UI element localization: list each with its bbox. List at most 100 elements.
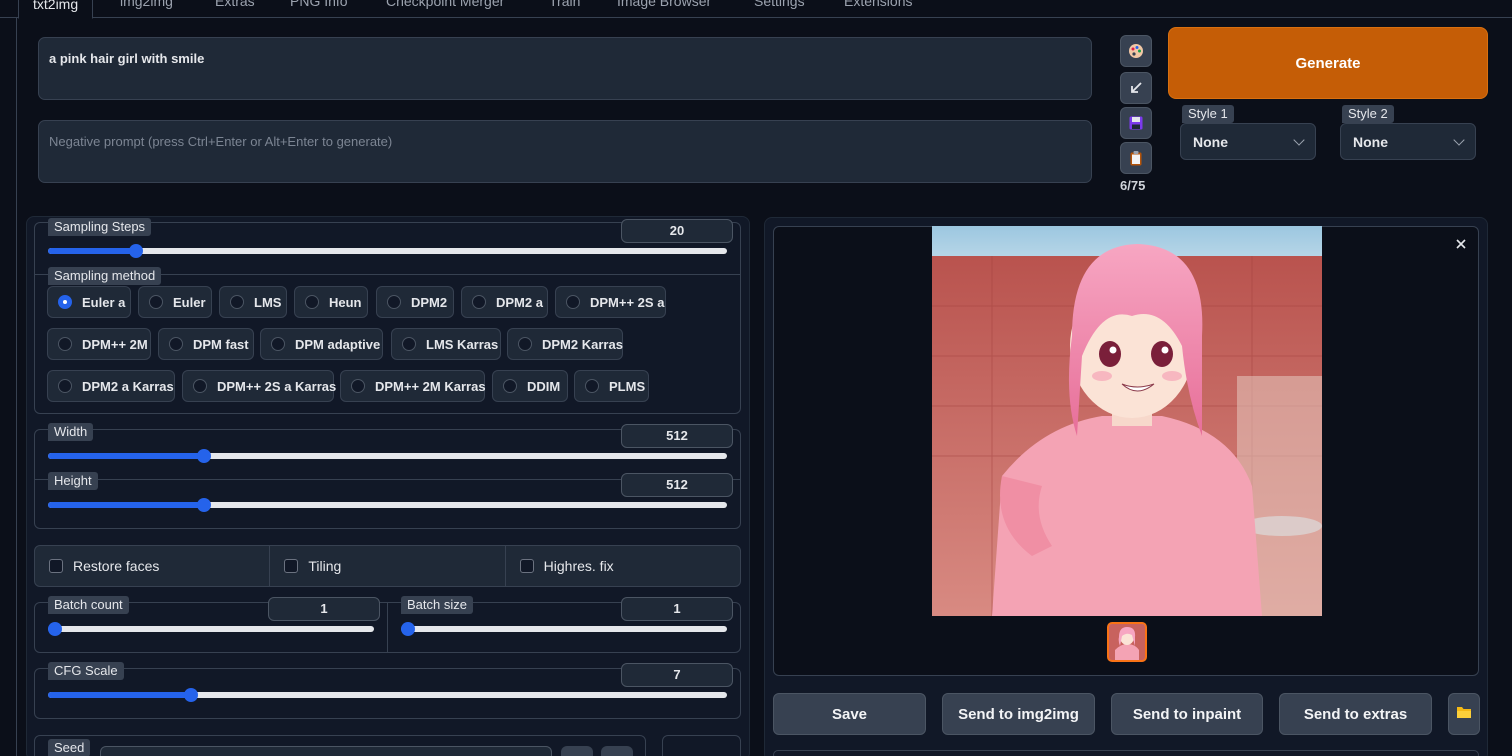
tab-extras[interactable]: Extras — [215, 0, 255, 16]
width-slider[interactable] — [48, 449, 727, 463]
extra-seed-block[interactable] — [662, 735, 741, 756]
tab-img2img[interactable]: img2img — [120, 0, 173, 16]
batch-size-input[interactable]: 1 — [621, 597, 733, 621]
sampling-steps-label: Sampling Steps — [48, 218, 152, 236]
tab-txt2img[interactable]: txt2img — [18, 0, 94, 19]
radio-icon — [58, 379, 72, 393]
radio-selected-icon — [58, 295, 72, 309]
radio-icon — [149, 295, 163, 309]
options-row: Restore faces Tiling Highres. fix — [34, 545, 741, 587]
seed-label: Seed — [48, 739, 91, 756]
width-label: Width — [48, 423, 94, 441]
tab-checkpoint-merger[interactable]: Checkpoint Merger — [386, 0, 504, 16]
tab-png-info[interactable]: PNG Info — [290, 0, 348, 16]
cfg-scale-label: CFG Scale — [48, 662, 124, 680]
sampler-lms-karras[interactable]: LMS Karras — [391, 328, 501, 360]
close-icon[interactable] — [1453, 236, 1469, 252]
send-to-inpaint-button[interactable]: Send to inpaint — [1111, 693, 1263, 735]
tab-bar: txt2img img2img Extras PNG Info Checkpoi… — [0, 0, 1512, 19]
radio-icon — [58, 337, 72, 351]
sampler-plms[interactable]: PLMS — [574, 370, 649, 402]
checkbox-icon — [519, 559, 534, 573]
sampler-dpmpp-2m[interactable]: DPM++ 2M — [47, 328, 151, 360]
negative-prompt-input[interactable]: Negative prompt (press Ctrl+Enter or Alt… — [38, 120, 1092, 183]
sampler-dpm2-a-karras[interactable]: DPM2 a Karras — [47, 370, 175, 402]
tab-settings[interactable]: Settings — [754, 0, 805, 16]
generate-button[interactable]: Generate — [1168, 27, 1488, 99]
tiling-checkbox[interactable]: Tiling — [270, 546, 506, 586]
save-button[interactable]: Save — [773, 693, 926, 735]
sampler-lms[interactable]: LMS — [219, 286, 287, 318]
highres-fix-checkbox[interactable]: Highres. fix — [506, 546, 740, 586]
checkbox-icon — [49, 559, 63, 573]
sampler-euler-a[interactable]: Euler a — [47, 286, 131, 318]
style2-select[interactable]: None — [1340, 123, 1476, 160]
send-to-extras-button[interactable]: Send to extras — [1279, 693, 1432, 735]
style1-select[interactable]: None — [1180, 123, 1316, 160]
batch-size-label: Batch size — [401, 596, 473, 614]
folder-icon — [1456, 705, 1472, 723]
sampler-dpm-fast[interactable]: DPM fast — [158, 328, 254, 360]
radio-icon — [518, 337, 532, 351]
sampler-heun[interactable]: Heun — [294, 286, 368, 318]
radio-icon — [472, 295, 486, 309]
seed-input[interactable] — [100, 746, 552, 756]
height-input[interactable]: 512 — [621, 473, 733, 497]
radio-icon — [503, 379, 517, 393]
divider — [387, 603, 388, 652]
sampler-euler[interactable]: Euler — [138, 286, 212, 318]
radio-icon — [566, 295, 580, 309]
gallery-thumbnail[interactable] — [1107, 622, 1147, 662]
sampler-dpm2-karras[interactable]: DPM2 Karras — [507, 328, 623, 360]
sampler-ddim[interactable]: DDIM — [492, 370, 568, 402]
generation-info — [773, 750, 1479, 756]
height-label: Height — [48, 472, 98, 490]
palette-icon[interactable] — [1120, 35, 1152, 67]
cfg-scale-slider[interactable] — [48, 688, 727, 702]
cfg-scale-input[interactable]: 7 — [621, 663, 733, 687]
radio-icon — [230, 295, 244, 309]
sampler-dpm2-a[interactable]: DPM2 a — [461, 286, 548, 318]
radio-icon — [305, 295, 319, 309]
sampling-steps-slider[interactable] — [48, 244, 727, 258]
radio-icon — [402, 337, 416, 351]
tab-train[interactable]: Train — [549, 0, 580, 16]
height-slider[interactable] — [48, 498, 727, 512]
prompt-input[interactable]: a pink hair girl with smile — [38, 37, 1092, 100]
generated-image[interactable] — [932, 226, 1322, 616]
batch-size-slider[interactable] — [401, 622, 727, 636]
open-folder-button[interactable] — [1448, 693, 1480, 735]
send-to-img2img-button[interactable]: Send to img2img — [942, 693, 1095, 735]
sampler-dpmpp-2s-a-karras[interactable]: DPM++ 2S a Karras — [182, 370, 336, 402]
chevron-down-icon — [1293, 133, 1305, 146]
sampler-dpm-adaptive[interactable]: DPM adaptive — [260, 328, 383, 360]
style2-value: None — [1353, 133, 1388, 150]
random-seed-button[interactable] — [561, 746, 593, 756]
tab-extensions[interactable]: Extensions — [844, 0, 912, 16]
tab-image-browser[interactable]: Image Browser — [617, 0, 711, 16]
batch-count-input[interactable]: 1 — [268, 597, 380, 621]
restore-faces-checkbox[interactable]: Restore faces — [35, 546, 271, 586]
token-counter: 6/75 — [1120, 178, 1146, 193]
sampler-dpmpp-2m-karras[interactable]: DPM++ 2M Karras — [340, 370, 486, 402]
batch-count-label: Batch count — [48, 596, 129, 614]
style2-label: Style 2 — [1342, 105, 1394, 123]
radio-icon — [387, 295, 401, 309]
radio-icon — [169, 337, 183, 351]
sampler-dpm2[interactable]: DPM2 — [376, 286, 454, 318]
batch-count-slider[interactable] — [48, 622, 374, 636]
clipboard-icon[interactable] — [1120, 142, 1152, 174]
reuse-seed-button[interactable] — [601, 746, 633, 756]
width-input[interactable]: 512 — [621, 424, 733, 448]
radio-icon — [271, 337, 285, 351]
floppy-disk-icon[interactable] — [1120, 107, 1152, 139]
sampling-steps-input[interactable]: 20 — [621, 219, 733, 243]
sampling-method-label: Sampling method — [48, 267, 162, 285]
radio-icon — [351, 379, 365, 393]
radio-icon — [585, 379, 599, 393]
style1-value: None — [1193, 133, 1228, 150]
arrow-down-left-icon[interactable] — [1120, 72, 1152, 104]
sampler-dpmpp-2s-a[interactable]: DPM++ 2S a — [555, 286, 666, 318]
radio-icon — [193, 379, 207, 393]
style1-label: Style 1 — [1182, 105, 1234, 123]
